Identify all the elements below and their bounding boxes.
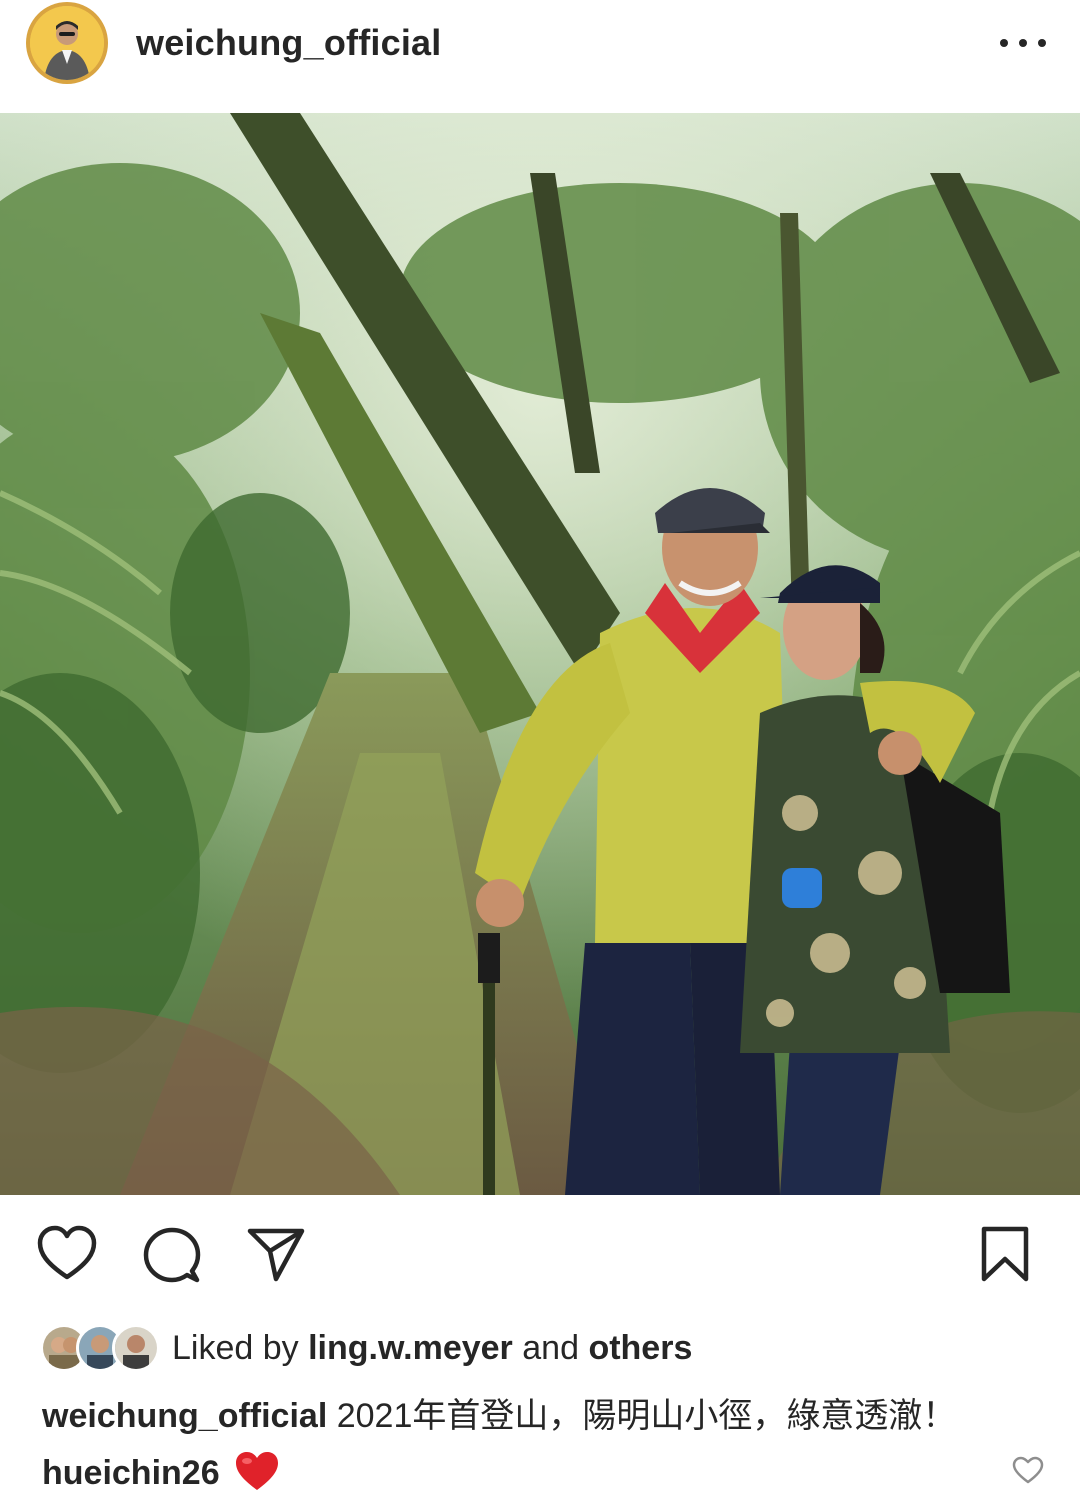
author-avatar[interactable]	[26, 2, 108, 84]
likes-text: Liked by ling.w.meyer and others	[172, 1329, 692, 1368]
caption-text: 2021年首登山，陽明山小徑，綠意透澈！	[336, 1397, 957, 1435]
liker-avatar	[112, 1324, 160, 1372]
red-heart-emoji-icon	[234, 1450, 280, 1497]
likes-others-link[interactable]: others	[588, 1329, 692, 1367]
liker-username[interactable]: ling.w.meyer	[308, 1329, 513, 1367]
more-options-icon[interactable]	[996, 26, 1050, 60]
likes-connector: and	[522, 1328, 579, 1367]
comment-icon[interactable]	[142, 1225, 202, 1290]
heart-icon[interactable]	[36, 1225, 98, 1286]
post-caption: weichung_official 2021年首登山，陽明山小徑，綠意透澈！	[42, 1388, 956, 1437]
author-username[interactable]: weichung_official	[136, 22, 441, 64]
comment-like-heart-icon[interactable]	[1012, 1456, 1044, 1489]
bookmark-icon[interactable]	[980, 1225, 1030, 1288]
send-icon[interactable]	[246, 1225, 306, 1288]
liker-avatars[interactable]	[40, 1324, 160, 1372]
comment-username[interactable]: hueichin26	[42, 1454, 220, 1493]
post-header: weichung_official	[0, 0, 1080, 113]
action-bar	[0, 1195, 1080, 1315]
caption-username[interactable]: weichung_official	[42, 1397, 327, 1435]
likes-row: Liked by ling.w.meyer and others	[40, 1322, 692, 1374]
comment-row: hueichin26	[42, 1450, 1052, 1496]
likes-prefix: Liked by	[172, 1328, 299, 1367]
post-photo[interactable]	[0, 113, 1080, 1195]
